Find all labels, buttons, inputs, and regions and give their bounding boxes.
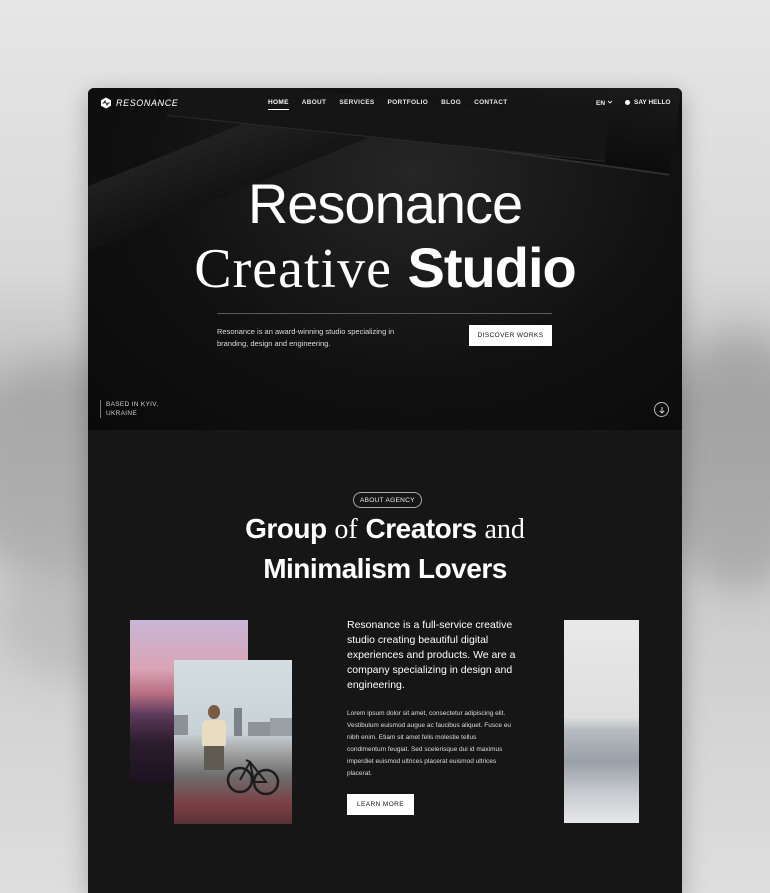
person-photo-illustration — [174, 705, 292, 796]
language-selector[interactable]: EN — [596, 99, 613, 107]
nav-item-about[interactable]: ABOUT — [302, 99, 327, 110]
person-with-bicycle-photo — [174, 660, 292, 824]
logo-wave-icon — [101, 97, 111, 109]
nav-item-portfolio[interactable]: PORTFOLIO — [387, 99, 428, 110]
chevron-down-icon — [607, 100, 613, 104]
about-body-text: Lorem ipsum dolor sit amet, consectetur … — [347, 710, 512, 777]
learn-more-button[interactable]: LEARN MORE — [347, 794, 414, 815]
heading-word: and — [484, 514, 525, 545]
hero-title-line2: Creative Studio — [88, 236, 682, 301]
about-heading-line1: Group of Creators and — [88, 512, 682, 547]
main-menu: HOME ABOUT SERVICES PORTFOLIO BLOG CONTA… — [268, 99, 507, 110]
nav-item-home[interactable]: HOME — [268, 99, 289, 110]
say-hello-link[interactable]: SAY HELLO — [625, 99, 670, 106]
nav-item-services[interactable]: SERVICES — [339, 99, 374, 110]
hero-title-line1: Resonance — [247, 172, 523, 235]
hero-divider — [217, 313, 552, 314]
logo[interactable]: RESONANCE — [100, 97, 178, 109]
website-mockup: RESONANCE HOME ABOUT SERVICES PORTFOLIO … — [88, 88, 682, 893]
scroll-down-button[interactable] — [654, 402, 669, 417]
language-label: EN — [596, 100, 606, 107]
dot-icon — [625, 100, 630, 105]
sea-waves-photo — [564, 620, 639, 823]
about-agency-tag: ABOUT AGENCY — [353, 492, 422, 508]
say-hello-label: SAY HELLO — [634, 99, 671, 106]
logo-text: RESONANCE — [116, 98, 179, 108]
arrow-down-icon — [658, 406, 665, 414]
hero-section: RESONANCE HOME ABOUT SERVICES PORTFOLIO … — [88, 88, 682, 430]
nav-item-blog[interactable]: BLOG — [441, 99, 461, 110]
heading-word: Group — [245, 513, 327, 544]
hero-title-serif-word: Creative — [194, 238, 392, 300]
nav-item-contact[interactable]: CONTACT — [474, 99, 507, 110]
about-heading-line2: Minimalism Lovers — [88, 552, 682, 586]
heading-word: Minimalism Lovers — [263, 553, 507, 584]
discover-works-button[interactable]: DISCOVER WORKS — [469, 325, 552, 346]
about-lead-text: Resonance is a full-service creative stu… — [347, 619, 516, 691]
hero-description: Resonance is an award-winning studio spe… — [217, 327, 395, 348]
heading-word: of — [334, 514, 358, 545]
about-section: ABOUT AGENCY Group of Creators and Minim… — [88, 430, 682, 893]
hero-title-sans-word: Studio — [407, 236, 577, 299]
top-navigation: RESONANCE HOME ABOUT SERVICES PORTFOLIO … — [88, 88, 682, 120]
heading-word: Creators — [365, 513, 478, 544]
location-label: BASED IN KYIV, UKRAINE — [100, 400, 158, 418]
